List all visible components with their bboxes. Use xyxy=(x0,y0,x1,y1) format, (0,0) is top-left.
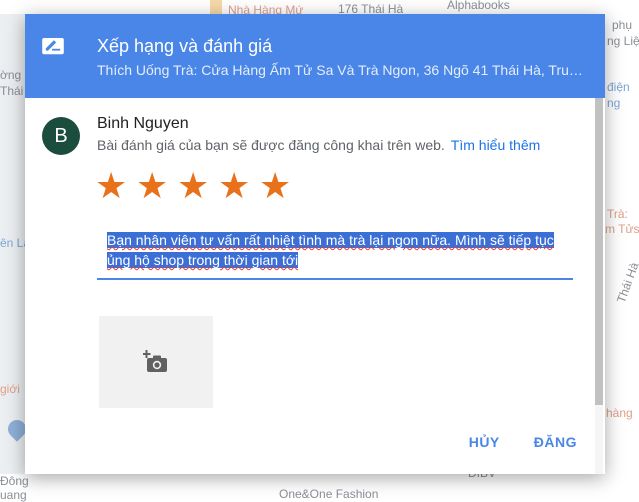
review-textarea[interactable]: Bạn nhân viên tư vấn rất nhiệt tình mà t… xyxy=(97,228,573,280)
user-name: Binh Nguyen xyxy=(97,115,189,132)
map-label: One&One Fashion xyxy=(279,487,379,501)
review-text[interactable]: Bạn nhân viên tư vấn rất nhiệt tình mà t… xyxy=(97,228,573,270)
rate-review-icon xyxy=(42,38,64,55)
star-1-icon[interactable]: ★ xyxy=(95,166,127,206)
learn-more-link[interactable]: Tìm hiểu thêm xyxy=(451,137,540,153)
dialog-scrollbar[interactable] xyxy=(595,98,603,474)
map-label: ng Liệt xyxy=(607,34,639,48)
add-photo-icon xyxy=(143,350,167,372)
post-button[interactable]: ĐĂNG xyxy=(534,434,577,450)
dialog-actions: HỦY ĐĂNG xyxy=(469,434,577,450)
map-label: phụ xyxy=(612,18,633,32)
map-label: Trà: xyxy=(607,207,628,221)
avatar: B xyxy=(42,117,80,155)
scrollbar-thumb[interactable] xyxy=(595,98,603,405)
map-label: ờng xyxy=(0,68,22,82)
review-line-1: Bạn nhân viên tư vấn rất nhiệt tình mà t… xyxy=(107,232,554,248)
map-label: m Tửs xyxy=(605,222,639,236)
map-label: điện xyxy=(607,80,630,94)
map-label: Alphabooks xyxy=(447,0,510,12)
review-line-2: ủng hộ shop trong thời gian tới xyxy=(107,252,299,268)
star-rating: ★ ★ ★ ★ ★ xyxy=(95,166,291,206)
add-photo-button[interactable] xyxy=(99,316,213,408)
map-label: Đông xyxy=(0,474,29,488)
avatar-initial: B xyxy=(54,124,68,147)
map-label: giới xyxy=(0,382,20,396)
rate-review-dialog: Xếp hạng và đánh giá Thích Uống Trà: Cửa… xyxy=(25,14,605,474)
public-notice: Bài đánh giá của bạn sẽ được đăng công k… xyxy=(97,137,540,153)
cancel-button[interactable]: HỦY xyxy=(469,434,500,450)
map-label: hàng xyxy=(606,406,633,420)
map-label: Thái xyxy=(0,84,24,98)
star-2-icon[interactable]: ★ xyxy=(136,166,168,206)
map-label: uang xyxy=(0,488,27,502)
star-3-icon[interactable]: ★ xyxy=(177,166,209,206)
public-notice-text: Bài đánh giá của bạn sẽ được đăng công k… xyxy=(97,137,445,153)
map-label: ng xyxy=(607,96,621,110)
star-4-icon[interactable]: ★ xyxy=(218,166,250,206)
dialog-header: Xếp hạng và đánh giá Thích Uống Trà: Cửa… xyxy=(25,14,605,98)
place-name: Thích Uống Trà: Cửa Hàng Ấm Tử Sa Và Trà… xyxy=(97,62,587,78)
star-5-icon[interactable]: ★ xyxy=(259,166,291,206)
dialog-title: Xếp hạng và đánh giá xyxy=(97,36,273,56)
